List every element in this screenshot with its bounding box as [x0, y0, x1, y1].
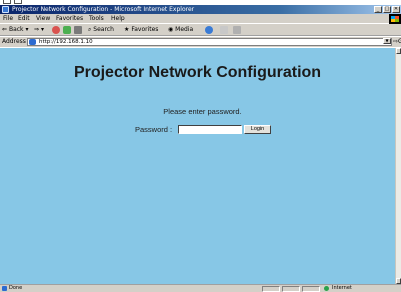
ie-page-icon	[29, 39, 36, 45]
status-bar: Done Internet	[0, 284, 401, 292]
address-input[interactable]: http://192.168.1.10	[27, 38, 392, 46]
search-label: Search	[93, 26, 114, 33]
menu-bar: File Edit View Favorites Tools Help	[0, 14, 401, 24]
address-label: Address	[2, 38, 26, 45]
media-icon: ◉	[168, 26, 174, 33]
status-text: Done	[9, 285, 23, 291]
page-title: Projector Network Configuration	[73, 64, 322, 81]
internet-globe-icon	[324, 286, 329, 291]
title-bar: Projector Network Configuration - Micros…	[0, 5, 401, 14]
status-pane	[262, 286, 280, 292]
search-button[interactable]: ⌕ Search	[88, 26, 114, 34]
search-icon: ⌕	[88, 26, 92, 33]
password-label: Password :	[135, 125, 173, 134]
home-icon[interactable]	[74, 26, 82, 34]
vertical-scrollbar[interactable]	[395, 48, 401, 284]
mail-icon[interactable]	[220, 26, 228, 34]
address-bar: Address http://192.168.1.10 ▼ ⇨Go	[0, 37, 401, 47]
page-content: Projector Network Configuration Please e…	[0, 48, 395, 284]
media-button[interactable]: ◉ Media	[168, 26, 193, 34]
chevron-down-icon: ▾	[40, 26, 44, 33]
menu-edit[interactable]: Edit	[18, 15, 30, 23]
back-button[interactable]: ⇐ Back ▾	[2, 26, 28, 34]
chevron-down-icon: ▾	[25, 26, 29, 33]
password-prompt: Please enter password.	[163, 107, 242, 116]
print-icon[interactable]	[233, 26, 241, 34]
ie-icon	[2, 6, 9, 13]
address-url: http://192.168.1.10	[39, 39, 93, 45]
go-button[interactable]: ⇨Go	[393, 38, 401, 46]
status-pane	[302, 286, 320, 292]
status-pane	[282, 286, 300, 292]
back-label: Back	[8, 26, 24, 33]
page-done-icon	[2, 286, 7, 291]
desktop-item	[3, 0, 11, 4]
toolbar: ⇐ Back ▾ ⇒ ▾ ⌕ Search ★ Favorites ◉ Medi…	[0, 24, 401, 36]
security-zone: Internet	[332, 285, 352, 291]
favorites-label: Favorites	[131, 26, 159, 33]
desktop-item	[14, 0, 22, 4]
favorites-icon: ★	[124, 26, 130, 33]
close-button[interactable]: ✕	[392, 6, 400, 13]
address-dropdown-button[interactable]: ▼	[383, 38, 391, 44]
password-field[interactable]	[178, 125, 242, 134]
menu-help[interactable]: Help	[111, 15, 125, 23]
windows-logo-icon	[389, 14, 401, 24]
maximize-button[interactable]: □	[383, 6, 391, 13]
favorites-button[interactable]: ★ Favorites	[124, 26, 158, 34]
window-title: Projector Network Configuration - Micros…	[12, 6, 195, 13]
media-label: Media	[175, 26, 194, 33]
menu-tools[interactable]: Tools	[89, 15, 104, 23]
history-icon[interactable]	[205, 26, 213, 34]
stop-icon[interactable]	[52, 26, 60, 34]
login-button[interactable]: Login	[244, 125, 271, 134]
minimize-button[interactable]: _	[374, 6, 382, 13]
back-arrow-icon: ⇐	[2, 26, 8, 33]
refresh-icon[interactable]	[63, 26, 71, 34]
forward-arrow-icon: ⇒	[34, 26, 40, 33]
menu-file[interactable]: File	[3, 15, 13, 23]
forward-button[interactable]: ⇒ ▾	[34, 26, 44, 34]
menu-view[interactable]: View	[36, 15, 50, 23]
scroll-up-button[interactable]	[396, 48, 401, 54]
menu-favorites[interactable]: Favorites	[56, 15, 83, 23]
